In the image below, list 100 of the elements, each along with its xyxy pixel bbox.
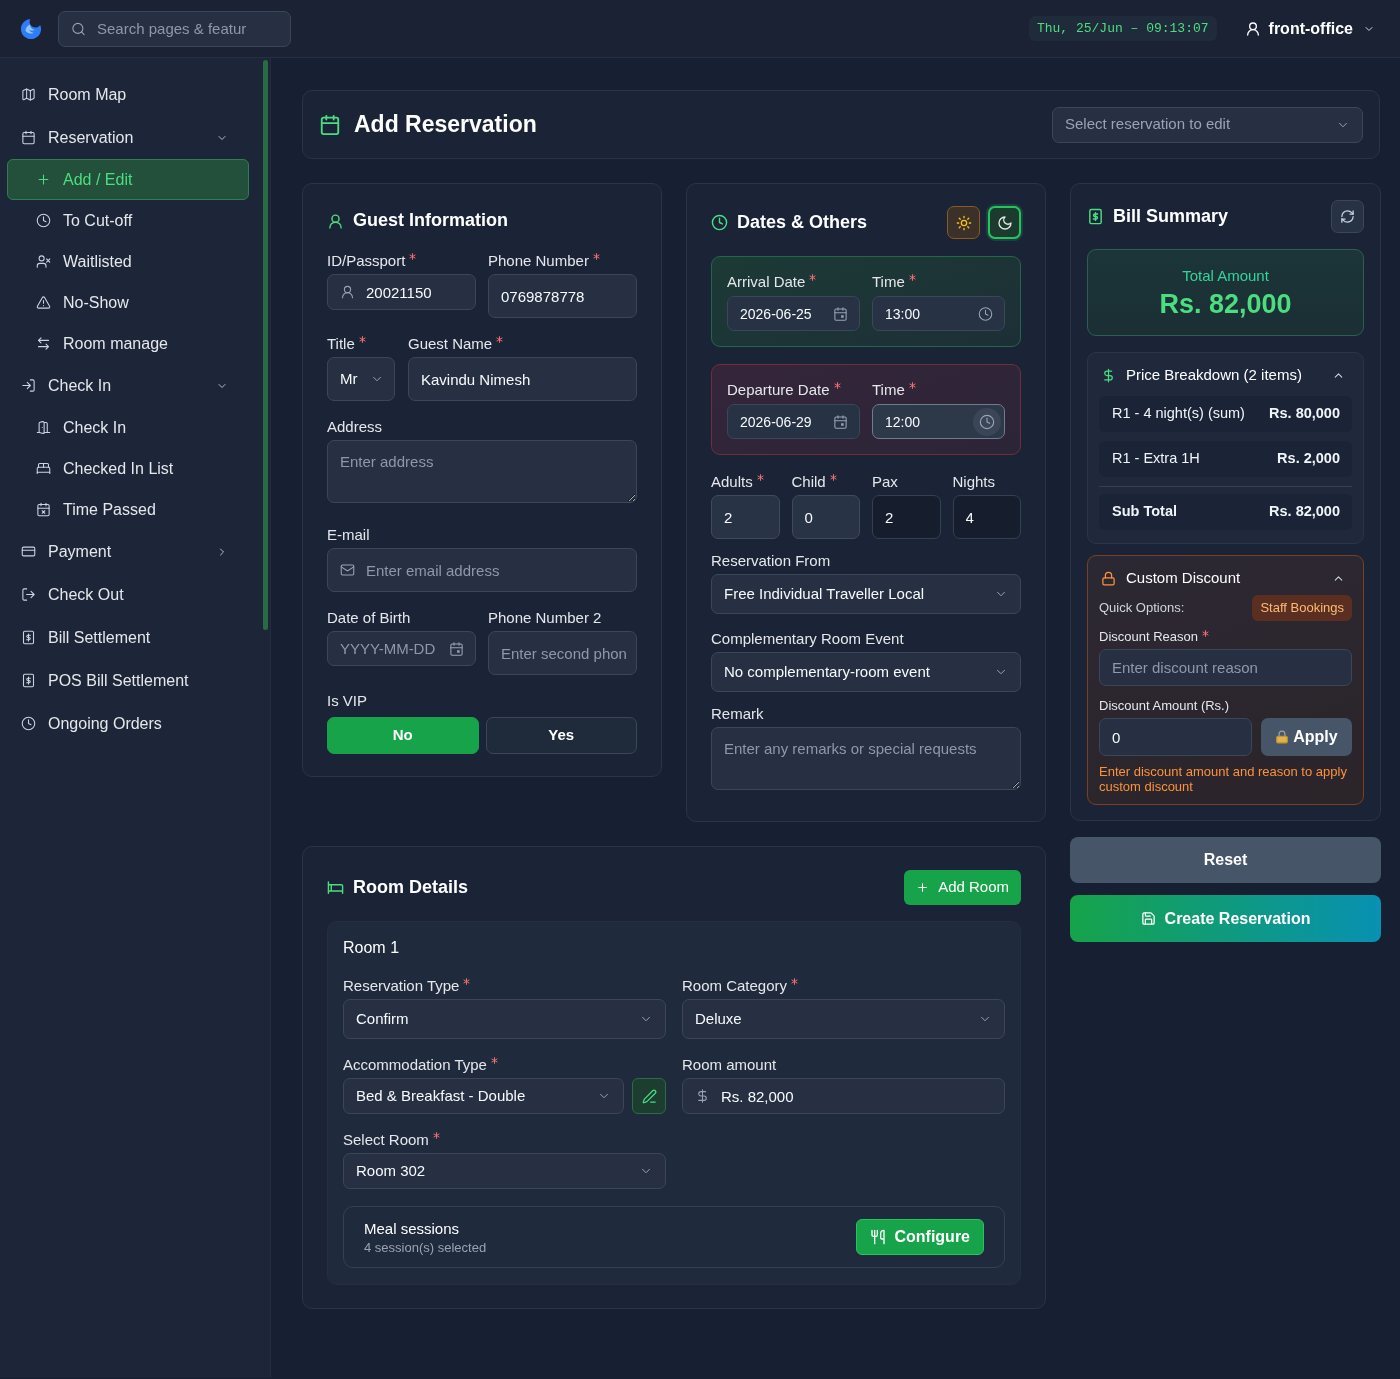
clock-icon [36, 213, 51, 228]
reservation-from-select[interactable]: Free Individual Traveller Local [711, 574, 1021, 614]
sidebar-item[interactable]: Waitlisted [7, 241, 249, 282]
calendar-x-icon [36, 502, 51, 517]
discount-amount-field[interactable]: 0 [1099, 718, 1252, 756]
reservation-type-select[interactable]: Confirm [343, 999, 666, 1039]
sidebar-item[interactable]: Check In [7, 407, 249, 448]
clock-icon [711, 214, 728, 231]
sidebar-item[interactable]: Ongoing Orders [7, 702, 249, 745]
row-label: Sub Total [1112, 502, 1177, 522]
complementary-event-select[interactable]: No complementary-room event [711, 652, 1021, 692]
date-field[interactable]: 2026-06-25 [727, 296, 860, 331]
sidebar-item[interactable]: Time Passed [7, 489, 249, 530]
id-passport-field[interactable]: 20021150 [327, 274, 476, 310]
user-menu-button[interactable]: front-office [1244, 16, 1375, 41]
vip-option-button[interactable]: Yes [485, 717, 637, 754]
sidebar-item[interactable]: Room manage [7, 323, 249, 364]
user-x-icon [36, 254, 51, 269]
field-label: ID/Passport [327, 251, 406, 271]
sidebar-item[interactable]: Check In [7, 364, 249, 407]
field-label: Date of Birth [327, 608, 411, 628]
mail-icon [340, 562, 355, 578]
time-field[interactable]: 13:00 [872, 296, 1005, 331]
bill-icon [21, 630, 36, 645]
row-amount: Rs. 2,000 [1277, 449, 1340, 469]
sidebar-item[interactable]: Check Out [7, 573, 249, 616]
utensils-icon [870, 1229, 887, 1245]
sidebar-item[interactable]: Reservation [7, 116, 249, 159]
sidebar-item[interactable]: Checked In List [7, 448, 249, 489]
reservation-select[interactable]: Select reservation to edit [1052, 106, 1363, 143]
sidebar-item[interactable]: No-Show [7, 282, 249, 323]
count-field[interactable]: 0 [791, 495, 860, 539]
total-amount: Rs. 82,000 [1159, 287, 1292, 320]
theme-toggle-button[interactable] [947, 206, 980, 239]
search-field[interactable]: Search pages & featur [58, 10, 291, 47]
date-field[interactable]: 2026-06-29 [727, 404, 860, 439]
field-label: Complementary Room Event [711, 629, 904, 649]
user-icon [340, 284, 355, 300]
address-field[interactable]: Enter address [327, 440, 637, 503]
title-select[interactable]: Mr [327, 357, 395, 401]
section-title: Room Details [353, 876, 469, 899]
login-icon [21, 378, 36, 393]
sidebar-item[interactable]: Payment [7, 530, 249, 573]
field-label: Room amount [682, 1055, 777, 1075]
calendar-icon [21, 130, 36, 145]
count-field[interactable]: 2 [711, 495, 780, 539]
field-label: Address [327, 417, 383, 437]
sidebar-item[interactable]: Room Map [7, 73, 249, 116]
remark-field[interactable]: Enter any remarks or special requests [711, 727, 1021, 790]
field-label: Guest Name [408, 334, 493, 354]
row-label: R1 - Extra 1H [1112, 449, 1200, 469]
count-field[interactable]: 2 [872, 495, 941, 539]
search-icon [71, 21, 86, 36]
quick-option-chip[interactable]: Staff Bookings [1252, 595, 1352, 621]
field-label: Adults [711, 472, 753, 492]
field-label: Remark [711, 704, 764, 724]
sidebar-item[interactable]: Add / Edit [7, 159, 249, 200]
sidebar-item[interactable]: To Cut-off [7, 200, 249, 241]
total-label: Total Amount [1182, 265, 1269, 286]
theme-toggle-button[interactable] [988, 206, 1021, 239]
field-label: Pax [872, 472, 898, 492]
page-title: Add Reservation [354, 110, 537, 139]
date-of-birth-field[interactable]: YYYY-MM-DD [327, 631, 476, 666]
count-field[interactable]: 4 [952, 495, 1021, 539]
reset-button[interactable]: Reset [1070, 837, 1381, 883]
row-label: R1 - 4 night(s) (sum) [1112, 404, 1245, 424]
scrollbar-thumb[interactable] [263, 60, 268, 630]
field-label: Phone Number 2 [488, 608, 602, 628]
save-icon [1140, 911, 1156, 926]
refresh-icon [1340, 209, 1355, 224]
row-amount: Rs. 82,000 [1269, 502, 1340, 522]
room-amount-field[interactable]: Rs. 82,000 [682, 1078, 1005, 1114]
phone-number-2-field[interactable]: Enter second phon [488, 631, 637, 675]
plus-icon [916, 881, 930, 894]
room-select[interactable]: Room 302 [343, 1153, 666, 1189]
sidebar-item[interactable]: POS Bill Settlement [7, 659, 249, 702]
dollar-icon [695, 1088, 710, 1104]
clock-icon [978, 306, 993, 321]
create-reservation-button[interactable]: Create Reservation [1070, 895, 1381, 942]
row-amount: Rs. 80,000 [1269, 404, 1340, 424]
sidebar-item[interactable]: Bill Settlement [7, 616, 249, 659]
warning-icon [36, 295, 51, 310]
section-title: Bill Summary [1113, 205, 1229, 228]
email-field[interactable]: Enter email address [327, 548, 637, 592]
clock-icon [21, 716, 36, 731]
field-label: Is VIP [327, 691, 367, 711]
discount-reason-field[interactable]: Enter discount reason [1099, 649, 1352, 686]
room-category-select[interactable]: Deluxe [682, 999, 1005, 1039]
logout-icon [21, 587, 36, 602]
accommodation-type-select[interactable]: Bed & Breakfast - Double [343, 1078, 624, 1114]
edit-button[interactable] [632, 1078, 666, 1114]
refresh-button[interactable] [1331, 200, 1364, 233]
logo-icon[interactable] [20, 17, 42, 40]
apply-button[interactable]: Apply [1261, 718, 1352, 756]
field-label: Child [791, 472, 826, 492]
sun-icon [955, 214, 972, 231]
card-icon [21, 544, 36, 559]
guest-name-field[interactable]: Kavindu Nimesh [408, 357, 637, 401]
hint-text: Enter discount amount and reason to apply custom discount [1099, 764, 1348, 794]
phone-number-field[interactable]: 0769878778 [488, 274, 637, 318]
